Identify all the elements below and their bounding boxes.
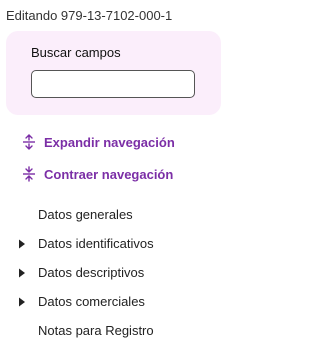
- collapse-navigation-label: Contraer navegación: [44, 166, 174, 182]
- navigation-tree: Datos generales Datos identificativos Da…: [18, 200, 154, 345]
- expand-navigation-button[interactable]: Expandir navegación: [22, 134, 175, 150]
- tree-item-notas-para-registro[interactable]: Notas para Registro: [18, 316, 154, 345]
- tree-item-datos-comerciales[interactable]: Datos comerciales: [18, 287, 154, 316]
- tree-item-datos-identificativos[interactable]: Datos identificativos: [18, 229, 154, 258]
- expand-navigation-label: Expandir navegación: [44, 134, 175, 150]
- tree-item-label: Datos comerciales: [38, 294, 145, 309]
- caret-right-icon[interactable]: [18, 239, 38, 249]
- search-card: Buscar campos: [6, 31, 221, 115]
- search-input[interactable]: [31, 70, 195, 98]
- search-label: Buscar campos: [31, 45, 121, 60]
- collapse-icon: [22, 166, 36, 182]
- caret-right-icon[interactable]: [18, 297, 38, 307]
- expand-icon: [22, 134, 36, 150]
- tree-item-datos-generales[interactable]: Datos generales: [18, 200, 154, 229]
- collapse-navigation-button[interactable]: Contraer navegación: [22, 166, 173, 182]
- page-title: Editando 979-13-7102-000-1: [6, 8, 173, 23]
- caret-right-icon[interactable]: [18, 268, 38, 278]
- tree-item-label: Notas para Registro: [38, 323, 154, 338]
- tree-item-label: Datos identificativos: [38, 236, 154, 251]
- tree-item-datos-descriptivos[interactable]: Datos descriptivos: [18, 258, 154, 287]
- tree-item-label: Datos descriptivos: [38, 265, 145, 280]
- tree-item-label: Datos generales: [38, 207, 133, 222]
